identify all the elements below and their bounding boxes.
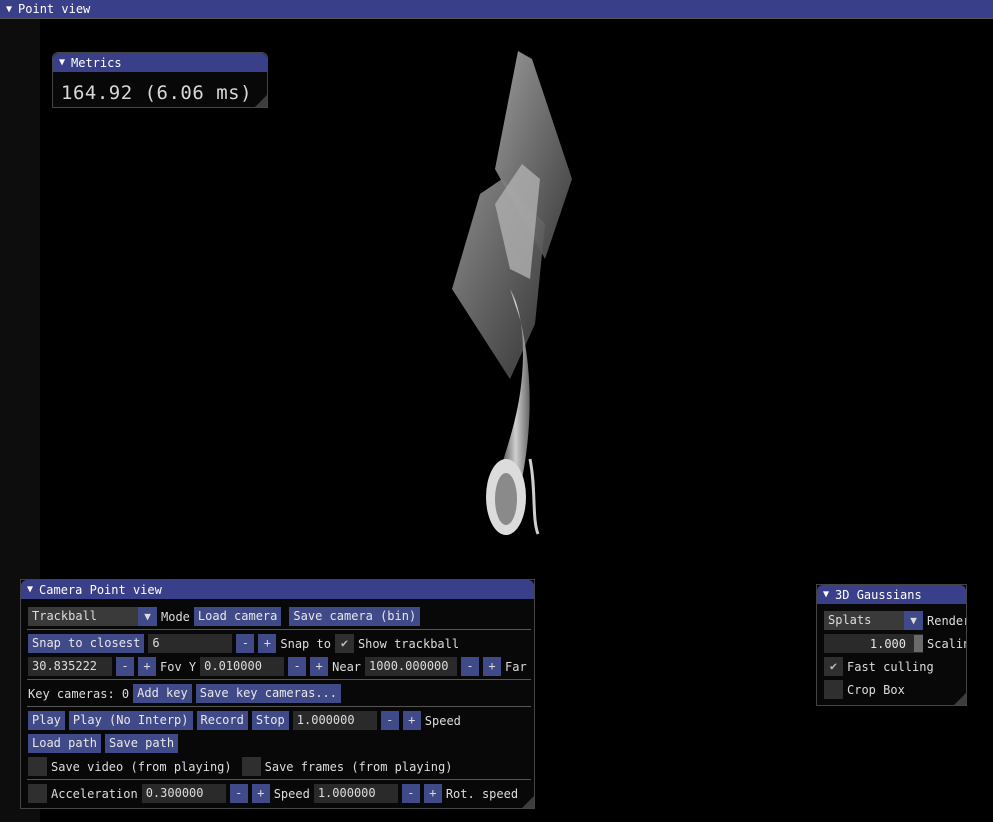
metrics-title: Metrics — [71, 55, 122, 70]
speed-input[interactable]: 1.000000 — [313, 784, 398, 803]
play-button[interactable]: Play — [28, 711, 65, 730]
far-plus-button[interactable]: + — [483, 657, 502, 676]
speed-minus-button[interactable]: - — [401, 784, 420, 803]
key-cameras-count: Key cameras: 0 — [28, 686, 130, 701]
play-speed-input[interactable]: 1.000000 — [292, 711, 377, 730]
acceleration-label: Acceleration — [51, 786, 138, 801]
rot-speed-label: Rot. speed — [445, 786, 519, 801]
snap-minus-button[interactable]: - — [236, 634, 255, 653]
collapse-arrow-icon[interactable]: ▼ — [27, 584, 33, 595]
camera-mode-value: Trackball — [28, 607, 138, 626]
metrics-window[interactable]: ▼ Metrics 164.92 (6.06 ms) — [52, 52, 268, 108]
fov-input[interactable]: 30.835222 — [28, 657, 112, 676]
show-trackball-checkbox[interactable]: ✔ — [334, 634, 354, 653]
far-input[interactable]: 1000.000000 — [365, 657, 458, 676]
load-path-button[interactable]: Load path — [28, 734, 102, 753]
camera-titlebar[interactable]: ▼ Camera Point view — [21, 580, 534, 599]
chevron-down-icon: ▼ — [138, 607, 157, 626]
render-mode-label: Render — [927, 613, 966, 628]
mode-label: Mode — [161, 609, 190, 624]
crop-box-checkbox[interactable] — [824, 680, 843, 699]
render-mode-combo[interactable]: Splats ▼ — [824, 611, 923, 630]
show-trackball-label: Show trackball — [357, 636, 460, 651]
play-no-interp-button[interactable]: Play (No Interp) — [68, 711, 193, 730]
save-path-button[interactable]: Save path — [105, 734, 179, 753]
near-plus-button[interactable]: + — [310, 657, 329, 676]
speed-label: Speed — [273, 786, 310, 801]
check-icon: ✔ — [340, 636, 349, 650]
far-label: Far — [505, 659, 527, 674]
snap-to-label: Snap to — [280, 636, 331, 651]
separator — [27, 706, 531, 707]
record-button[interactable]: Record — [196, 711, 248, 730]
gaussians-titlebar[interactable]: ▼ 3D Gaussians — [817, 585, 966, 604]
gaussians-window[interactable]: ▼ 3D Gaussians Splats ▼ Render 1.000 Sca… — [816, 584, 967, 706]
save-frames-label: Save frames (from playing) — [264, 759, 453, 774]
resize-grip[interactable] — [954, 693, 966, 705]
main-window-titlebar[interactable]: ▼ Point view — [0, 0, 993, 19]
acceleration-minus-button[interactable]: - — [229, 784, 248, 803]
render-mode-value: Splats — [824, 611, 904, 630]
load-camera-button[interactable]: Load camera — [193, 607, 282, 626]
main-window-title: Point view — [18, 2, 91, 16]
near-label: Near — [332, 659, 362, 674]
play-speed-plus-button[interactable]: + — [402, 711, 421, 730]
save-video-checkbox[interactable] — [28, 757, 47, 776]
scaling-label: Scaling — [927, 636, 966, 651]
far-minus-button[interactable]: - — [461, 657, 480, 676]
scaling-slider[interactable]: 1.000 — [824, 634, 923, 653]
play-speed-minus-button[interactable]: - — [380, 711, 399, 730]
gaussians-title: 3D Gaussians — [835, 587, 922, 602]
acceleration-input[interactable]: 0.300000 — [141, 784, 226, 803]
collapse-arrow-icon[interactable]: ▼ — [6, 4, 12, 15]
save-video-label: Save video (from playing) — [51, 759, 232, 774]
crop-box-label: Crop Box — [847, 682, 905, 697]
camera-title: Camera Point view — [39, 582, 162, 597]
fast-culling-label: Fast culling — [847, 659, 934, 674]
fov-label: Fov Y — [160, 659, 197, 674]
fps-readout: 164.92 (6.06 ms) — [61, 82, 253, 104]
acceleration-checkbox[interactable] — [28, 784, 47, 803]
slider-grab-handle[interactable] — [914, 635, 923, 652]
snap-input[interactable]: 6 — [148, 634, 233, 653]
chevron-down-icon: ▼ — [904, 611, 923, 630]
fov-minus-button[interactable]: - — [116, 657, 134, 676]
add-key-button[interactable]: Add key — [133, 684, 192, 703]
camera-mode-combo[interactable]: Trackball ▼ — [28, 607, 157, 626]
snap-plus-button[interactable]: + — [258, 634, 277, 653]
gaussians-content: Splats ▼ Render 1.000 Scaling ✔ Fast cul… — [817, 604, 966, 705]
snap-to-closest-button[interactable]: Snap to closest — [28, 634, 145, 653]
fast-culling-checkbox[interactable]: ✔ — [824, 657, 843, 676]
stop-button[interactable]: Stop — [251, 711, 289, 730]
save-key-cameras-button[interactable]: Save key cameras... — [195, 684, 342, 703]
collapse-arrow-icon[interactable]: ▼ — [59, 57, 65, 68]
check-icon: ✔ — [829, 659, 838, 673]
separator — [27, 679, 531, 680]
play-speed-label: Speed — [424, 713, 461, 728]
speed-plus-button[interactable]: + — [423, 784, 442, 803]
near-minus-button[interactable]: - — [288, 657, 307, 676]
collapse-arrow-icon[interactable]: ▼ — [823, 589, 829, 600]
metrics-titlebar[interactable]: ▼ Metrics — [53, 53, 267, 72]
scaling-value: 1.000 — [869, 636, 906, 651]
save-frames-checkbox[interactable] — [241, 757, 261, 776]
camera-window[interactable]: ▼ Camera Point view Trackball ▼ Mode Loa… — [20, 579, 535, 809]
separator — [27, 629, 531, 630]
resize-grip[interactable] — [522, 796, 534, 808]
save-camera-button[interactable]: Save camera (bin) — [289, 607, 421, 626]
acceleration-plus-button[interactable]: + — [251, 784, 270, 803]
resize-grip[interactable] — [255, 95, 267, 107]
separator — [27, 779, 531, 780]
fov-plus-button[interactable]: + — [138, 657, 156, 676]
near-input[interactable]: 0.010000 — [200, 657, 285, 676]
